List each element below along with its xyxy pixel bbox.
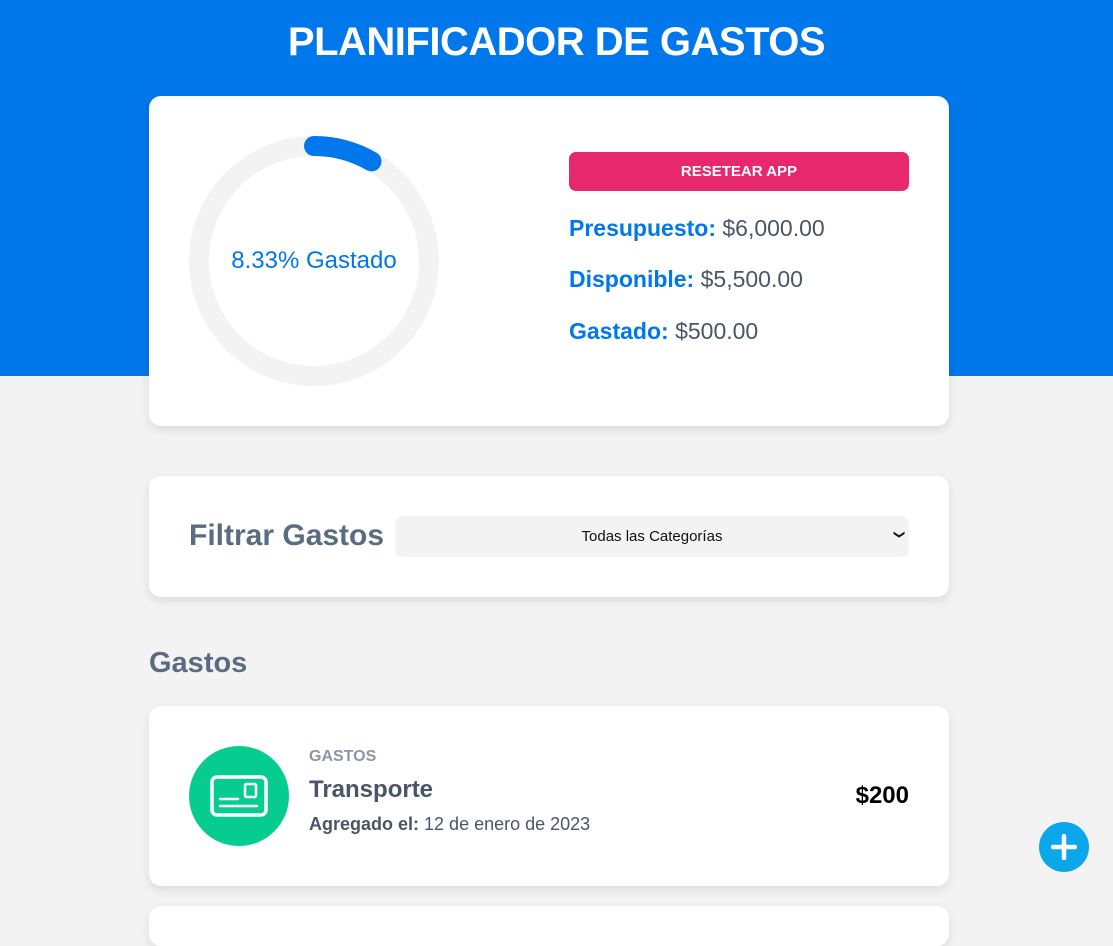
spent-progress-ring: 8.33% Gastado <box>189 136 439 386</box>
expenses-section-title: Gastos <box>149 647 248 679</box>
expense-list-item[interactable]: GASTOS Transporte Agregado el: 12 de ene… <box>149 706 949 886</box>
filter-card: Filtrar Gastos Todas las Categorías ❮ <box>149 476 949 597</box>
category-filter-select[interactable]: Todas las Categorías ❮ <box>395 516 909 557</box>
disponible-label: Disponible: <box>569 266 695 292</box>
plus-icon <box>1051 834 1077 860</box>
add-expense-button[interactable] <box>1039 822 1089 872</box>
gastado-stat: Gastado: $500.00 <box>569 318 758 345</box>
expense-date-label: Agregado el: <box>309 814 420 834</box>
reset-app-button[interactable]: RESETEAR APP <box>569 152 909 191</box>
card-icon <box>189 746 289 846</box>
filter-selected-value: Todas las Categorías <box>581 528 723 545</box>
expense-amount: $200 <box>855 782 909 809</box>
presupuesto-value: $6,000.00 <box>722 215 825 241</box>
disponible-value: $5,500.00 <box>700 266 803 292</box>
disponible-stat: Disponible: $5,500.00 <box>569 266 803 293</box>
expense-date-value: 12 de enero de 2023 <box>424 814 591 834</box>
budget-card: 8.33% Gastado RESETEAR APP Presupuesto: … <box>149 96 949 426</box>
presupuesto-label: Presupuesto: <box>569 215 716 241</box>
expense-category: GASTOS <box>309 748 377 765</box>
presupuesto-stat: Presupuesto: $6,000.00 <box>569 215 825 242</box>
expense-name: Transporte <box>309 776 434 803</box>
gastado-label: Gastado: <box>569 318 669 344</box>
expense-list-item[interactable] <box>149 906 949 946</box>
app-title: PLANIFICADOR DE GASTOS <box>287 20 826 64</box>
filter-label: Filtrar Gastos <box>189 519 385 552</box>
chevron-down-icon: ❮ <box>892 529 905 540</box>
expense-date: Agregado el: 12 de enero de 2023 <box>309 814 590 835</box>
gastado-value: $500.00 <box>675 318 759 344</box>
spent-percent-label: 8.33% Gastado <box>231 247 397 274</box>
